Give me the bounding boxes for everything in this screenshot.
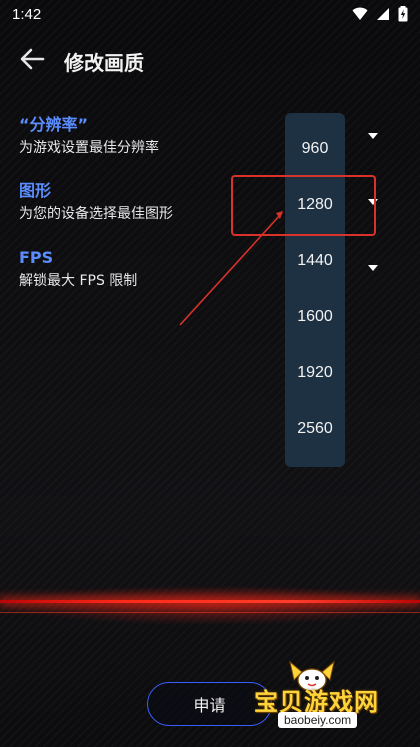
watermark-url: baobeiy.com (278, 712, 358, 728)
watermark: 宝贝游戏网 baobeiy.com (252, 658, 412, 738)
annotation-arrow (179, 211, 283, 326)
